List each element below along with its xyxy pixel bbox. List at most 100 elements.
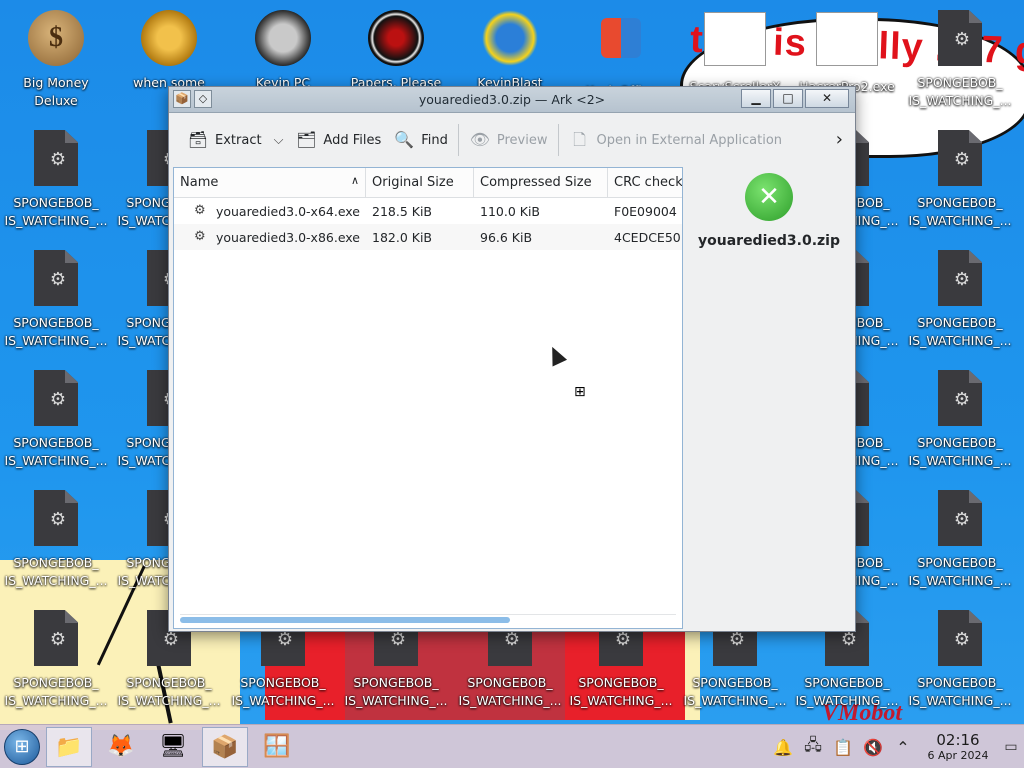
executable-icon: ⚙: [194, 229, 206, 244]
firefox-icon: 🦊: [107, 734, 135, 759]
add-files-icon: 🗂: [296, 130, 317, 149]
system-monitor-icon: 🖥: [159, 734, 187, 759]
open-external-button[interactable]: 🗋 Open in External Application: [563, 123, 789, 157]
column-header-label: Name: [180, 175, 219, 190]
desktop-icon-label: SPONGEBOB_ IS_WATCHING_...: [795, 675, 899, 708]
maximize-button[interactable]: □: [773, 89, 803, 108]
file-name-cell: ⚙ youaredied3.0-x86.exe: [174, 229, 366, 245]
file-icon: ⚙: [34, 370, 78, 426]
column-header-compressed-size[interactable]: Compressed Size: [474, 168, 608, 197]
desktop-icon-label: Big Money Deluxe: [23, 75, 89, 108]
desktop-file-icon[interactable]: ⚙ SPONGEBOB_ IS_WATCHING_...: [905, 250, 1015, 350]
kevinoffice-icon: [601, 18, 641, 58]
start-button[interactable]: ⊞: [4, 729, 40, 765]
compressed-size-cell: 96.6 KiB: [480, 229, 533, 245]
table-row[interactable]: ⚙ youaredied3.0-x64.exe 218.5 KiB 110.0 …: [174, 198, 682, 224]
desktop-file-icon[interactable]: ⚙ SPONGEBOB_ IS_WATCHING_...: [1, 370, 111, 470]
column-header-label: Original Size: [372, 175, 454, 190]
desktop-file-icon[interactable]: ⚙ SPONGEBOB_ IS_WATCHING_...: [1, 610, 111, 710]
desktop-icon-kevin-pc[interactable]: Kevin PC: [228, 10, 338, 92]
chevron-up-icon[interactable]: ⌃: [888, 738, 918, 757]
original-size-cell: 182.0 KiB: [372, 229, 433, 245]
windows-flag-icon: 🪟: [263, 734, 291, 759]
show-desktop-button[interactable]: ▭: [998, 739, 1024, 755]
desktop-icon-label: SPONGEBOB_ IS_WATCHING_...: [683, 675, 787, 708]
network-icon[interactable]: 🖧: [798, 734, 828, 761]
extract-icon: 🗃: [187, 130, 209, 149]
column-header-original-size[interactable]: Original Size: [366, 168, 474, 197]
file-icon: ⚙: [34, 610, 78, 666]
gear-cog-icon: [141, 10, 197, 66]
file-icon: ⚙: [938, 10, 982, 66]
add-files-button[interactable]: 🗂 Add Files: [289, 123, 387, 157]
archive-tools-icon: ✕: [745, 173, 793, 221]
desktop-file-icon[interactable]: ⚙ SPONGEBOB_ IS_WATCHING_...: [1, 250, 111, 350]
archive-file-list[interactable]: Name ∧ Original Size Compressed Size CRC…: [173, 167, 683, 629]
desktop-icon-label: SPONGEBOB_ IS_WATCHING_...: [908, 75, 1012, 108]
column-header-crc[interactable]: CRC checks: [608, 168, 682, 197]
scrollbar-thumb[interactable]: [180, 617, 510, 623]
table-header: Name ∧ Original Size Compressed Size CRC…: [174, 168, 682, 198]
desktop-icon-label: SPONGEBOB_ IS_WATCHING_...: [344, 675, 448, 708]
chevron-down-icon[interactable]: ⌵: [268, 133, 290, 148]
desktop-icon-label: SPONGEBOB_ IS_WATCHING_...: [908, 435, 1012, 468]
window-titlebar[interactable]: 📦 ◇ youaredied3.0.zip — Ark <2> ▁ □ ✕: [169, 87, 855, 113]
extract-label: Extract: [215, 132, 262, 148]
desktop-icon-russian[interactable]: when some russian: [114, 10, 224, 92]
taskbar-system-info[interactable]: 🖥: [150, 727, 196, 767]
volume-muted-icon[interactable]: 🔇: [858, 738, 888, 757]
desktop-icon-installer[interactable]: ScarvScreIlerX: [680, 10, 790, 96]
table-row[interactable]: ⚙ youaredied3.0-x86.exe 182.0 KiB 96.6 K…: [174, 224, 682, 250]
clock-time: 02:16: [936, 731, 980, 749]
add-files-label: Add Files: [323, 132, 382, 148]
notification-bell-icon[interactable]: 🔔: [768, 738, 798, 757]
info-panel: ✕ youaredied3.0.zip: [685, 167, 853, 249]
desktop-file-icon[interactable]: ⚙ SPONGEBOB_ IS_WATCHING_...: [905, 10, 1015, 110]
taskbar-file-manager[interactable]: 📁: [46, 727, 92, 767]
clipboard-icon[interactable]: 📋: [828, 738, 858, 757]
minimize-button[interactable]: ▁: [741, 89, 771, 108]
desktop-icon-hacrerpro[interactable]: HacrerPro2.exe: [792, 10, 902, 96]
desktop-icon-label: SPONGEBOB_ IS_WATCHING_...: [4, 195, 108, 228]
desktop-icon-label: SPONGEBOB_ IS_WATCHING_...: [4, 675, 108, 708]
chevron-right-icon[interactable]: ›: [836, 129, 843, 150]
desktop-icon-label: SPONGEBOB_ IS_WATCHING_...: [908, 315, 1012, 348]
desktop-icon-big-money[interactable]: $ Big Money Deluxe: [1, 10, 111, 110]
horizontal-scrollbar[interactable]: [180, 614, 676, 623]
taskbar-windows-app[interactable]: 🪟: [254, 727, 300, 767]
file-name-cell: ⚙ youaredied3.0-x64.exe: [174, 203, 366, 219]
file-icon: ⚙: [34, 250, 78, 306]
desktop-icon-label: SPONGEBOB_ IS_WATCHING_...: [569, 675, 673, 708]
desktop-icon-label: SPONGEBOB_ IS_WATCHING_...: [908, 675, 1012, 708]
desktop-icon-label: SPONGEBOB_ IS_WATCHING_...: [908, 195, 1012, 228]
desktop-file-icon[interactable]: ⚙ SPONGEBOB_ IS_WATCHING_...: [1, 490, 111, 590]
sort-ascending-icon: ∧: [350, 174, 359, 187]
preview-button[interactable]: 👁 Preview: [463, 123, 554, 157]
file-name: youaredied3.0-x64.exe: [215, 203, 360, 219]
preview-icon: 👁: [469, 130, 491, 149]
main-toolbar: 🗃 Extract ⌵ 🗂 Add Files 🔍 Find 👁 Preview…: [169, 113, 855, 167]
ark-window: 📦 ◇ youaredied3.0.zip — Ark <2> ▁ □ ✕ 🗃 …: [168, 86, 856, 632]
desktop-icon-kevinblast[interactable]: KevinBlast: [455, 10, 565, 92]
taskbar-ark[interactable]: 📦: [202, 727, 248, 767]
desktop-icon-label: SPONGEBOB_ IS_WATCHING_...: [231, 675, 335, 708]
desktop-file-icon[interactable]: ⚙ SPONGEBOB_ IS_WATCHING_...: [905, 370, 1015, 470]
kevinblast-icon: [482, 10, 538, 66]
gear-installer-icon: [704, 12, 766, 66]
close-button[interactable]: ✕: [805, 89, 849, 108]
taskbar-firefox[interactable]: 🦊: [98, 727, 144, 767]
desktop-file-icon[interactable]: ⚙ SPONGEBOB_ IS_WATCHING_...: [905, 130, 1015, 230]
clock[interactable]: 02:16 6 Apr 2024: [918, 731, 998, 763]
desktop-icon-papers-please[interactable]: Papers, Please: [341, 10, 451, 92]
crc-cell: F0E09004: [614, 203, 677, 219]
desktop-file-icon[interactable]: ⚙ SPONGEBOB_ IS_WATCHING_...: [905, 610, 1015, 710]
desktop-file-icon[interactable]: ⚙ SPONGEBOB_ IS_WATCHING_...: [905, 490, 1015, 590]
file-icon: ⚙: [938, 490, 982, 546]
desktop-file-icon[interactable]: ⚙ SPONGEBOB_ IS_WATCHING_...: [1, 130, 111, 230]
column-header-name[interactable]: Name ∧: [174, 168, 366, 197]
toolbar-separator: [557, 124, 559, 156]
document-icon: 🗋: [573, 130, 586, 149]
compressed-size-cell: 110.0 KiB: [480, 203, 541, 219]
find-button[interactable]: 🔍 Find: [387, 123, 454, 157]
extract-button[interactable]: 🗃 Extract: [181, 123, 268, 157]
